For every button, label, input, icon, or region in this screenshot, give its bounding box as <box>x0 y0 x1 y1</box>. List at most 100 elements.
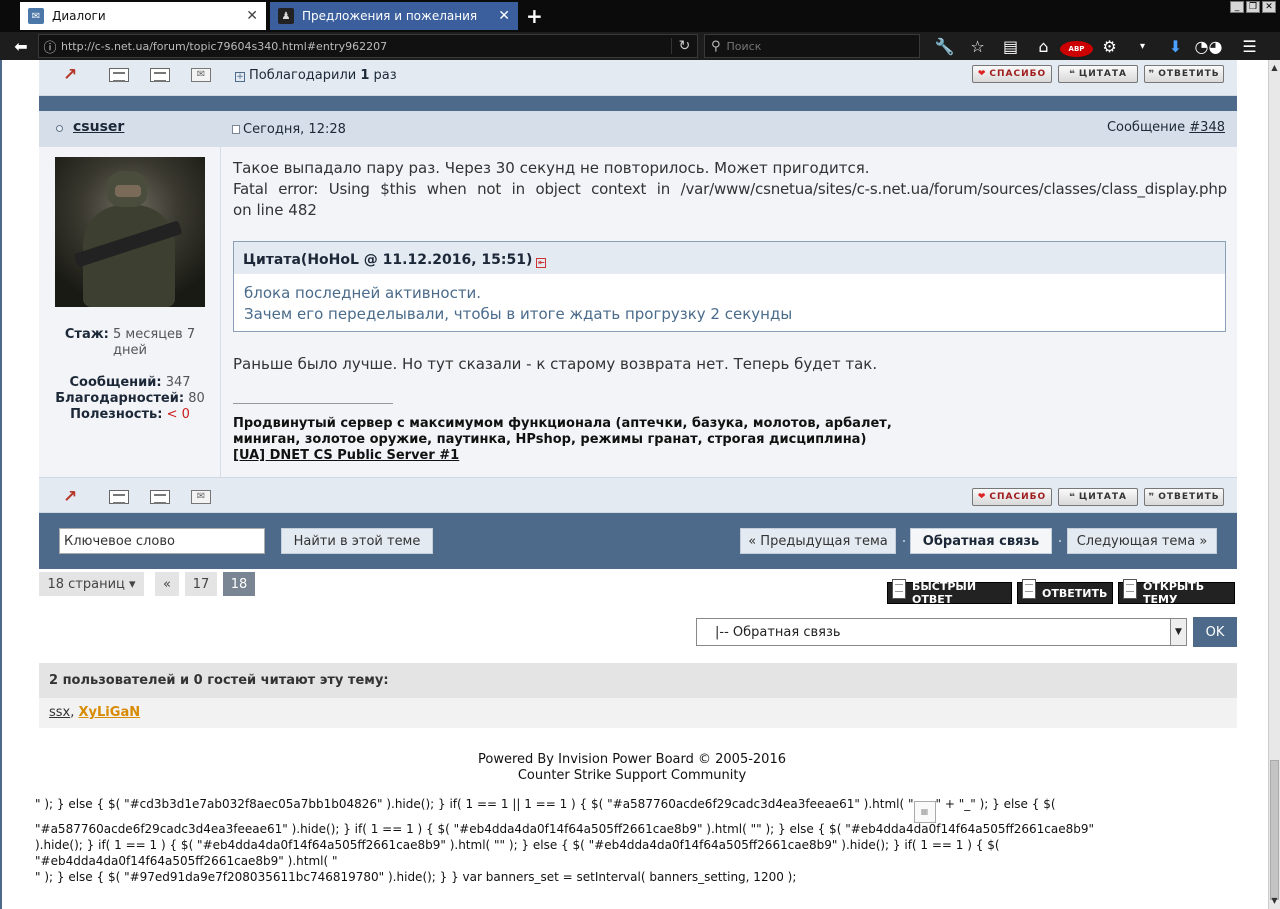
tenure-value-2: дней <box>113 343 147 358</box>
prev-topic-button[interactable]: « Предыдущая тема <box>740 528 896 554</box>
address-bar[interactable]: ⓘ http://c-s.net.ua/forum/topic79604s340… <box>38 34 698 58</box>
current-page: 18 <box>223 572 255 596</box>
quote-line: блока последней активности. <box>244 284 482 302</box>
thanks-button[interactable]: ❤ СПАСИБО <box>972 65 1052 83</box>
vertical-scrollbar[interactable]: ▲ ▼ <box>1268 60 1280 909</box>
expand-icon[interactable]: + <box>235 72 245 82</box>
active-readers-list: ssx, XyLiGaN <box>39 698 1237 728</box>
forum-jump-ok-button[interactable]: OK <box>1193 617 1237 647</box>
posts-stat: Сообщений: 347 <box>39 375 221 391</box>
reader-link[interactable]: ssx <box>49 705 70 720</box>
browser-search[interactable]: ⚲ <box>704 34 920 58</box>
go-top-icon[interactable]: ↗ <box>63 67 83 84</box>
close-window-icon[interactable]: ✕ <box>1262 1 1276 13</box>
dropdown-icon[interactable]: ▾ <box>1126 41 1159 52</box>
reload-icon[interactable]: ↻ <box>671 38 697 54</box>
close-tab-icon[interactable]: ✕ <box>498 8 510 24</box>
message-link[interactable]: #348 <box>1189 120 1225 135</box>
quote-block: Цитата(HoHoL @ 11.12.2016, 15:51) ⇤ блока… <box>233 241 1226 332</box>
fast-reply-button[interactable]: БЫСТРЫЙ ОТВЕТ <box>887 579 1012 606</box>
reply-label: ОТВЕТИТЬ <box>1158 492 1220 502</box>
new-topic-icon <box>1123 579 1137 599</box>
profile-card-icon[interactable] <box>150 490 170 504</box>
thanks-value: 80 <box>188 391 205 406</box>
report-icon[interactable] <box>109 490 129 504</box>
separator-dot <box>1059 540 1061 542</box>
post-doc-icon <box>232 125 240 134</box>
close-tab-icon[interactable]: ✕ <box>246 8 258 24</box>
star-icon[interactable]: ☆ <box>961 37 994 56</box>
menu-icon[interactable]: ☰ <box>1233 37 1266 56</box>
mask-icon[interactable]: ◔◕ <box>1192 37 1225 56</box>
heart-icon: ❤ <box>977 492 987 502</box>
page-link[interactable]: 17 <box>185 572 217 596</box>
mail-icon[interactable]: ✉ <box>191 490 211 504</box>
plugin-icon[interactable]: ⚙ <box>1093 37 1126 56</box>
tab-title: Диалоги <box>52 9 106 23</box>
post-author[interactable]: csuser <box>73 119 124 135</box>
quote-icon: ❝ <box>1069 491 1076 503</box>
quote-source-icon[interactable]: ⇤ <box>536 258 547 268</box>
browser-search-input[interactable] <box>726 39 907 53</box>
window-controls: _ ❐ ✕ <box>1230 1 1276 13</box>
new-topic-label: ОТКРЫТЬ ТЕМУ <box>1143 580 1205 606</box>
forum-link-button[interactable]: Обратная связь <box>910 528 1052 554</box>
tenure-value: 5 месяцев 7 <box>113 327 196 342</box>
quote-button[interactable]: ❝ ЦИТАТА <box>1058 488 1138 506</box>
profile-card-icon[interactable] <box>150 68 170 82</box>
quote-button[interactable]: ❝ ЦИТАТА <box>1058 65 1138 83</box>
js-text-line: "#eb4dda4da0f14f64a505ff2661cae8b9" ).ht… <box>35 854 338 868</box>
scroll-up-icon[interactable]: ▲ <box>1269 60 1280 76</box>
scroll-down-icon[interactable]: ▼ <box>1269 893 1280 909</box>
tab-suggestions[interactable]: ♟ Предложения и пожелания ✕ <box>270 2 518 30</box>
search-icon: ⚲ <box>711 38 721 54</box>
pages-dropdown[interactable]: 18 страниц ▾ <box>39 572 144 596</box>
home-icon[interactable]: ⌂ <box>1027 37 1060 56</box>
tenure-stat-2: дней <box>39 343 221 359</box>
add-reply-button[interactable]: ОТВЕТИТЬ <box>1017 579 1113 604</box>
scroll-thumb[interactable] <box>1270 760 1279 900</box>
post-header: csuser Сегодня, 12:28 Сообщение #348 <box>39 111 1237 147</box>
signature-divider <box>233 403 393 404</box>
quote-label: ЦИТАТА <box>1078 492 1127 502</box>
thanked-info[interactable]: + Поблагодарили 1 раз <box>235 68 397 83</box>
first-page-link[interactable]: « <box>155 572 179 596</box>
reply-doc-icon <box>1022 579 1036 599</box>
go-top-icon[interactable]: ↗ <box>63 489 83 506</box>
thanked-suffix: раз <box>373 68 397 83</box>
thanks-button[interactable]: ❤ СПАСИБО <box>972 488 1052 506</box>
reply-button[interactable]: ❞ ОТВЕТИТЬ <box>1144 65 1224 83</box>
next-topic-button[interactable]: Следующая тема » <box>1067 528 1217 554</box>
info-icon[interactable]: ⓘ <box>39 37 61 56</box>
signature-line: миниган, золотое оружие, паутинка, HPsho… <box>233 432 867 447</box>
back-icon[interactable]: ⬅ <box>6 37 36 56</box>
mail-icon[interactable]: ✉ <box>191 68 211 82</box>
download-icon[interactable]: ⬇ <box>1159 37 1192 56</box>
signature: Продвинутый сервер с максимумом функцион… <box>233 416 892 464</box>
post-date: Сегодня, 12:28 <box>232 122 346 137</box>
wrench-icon[interactable]: 🔧 <box>928 37 961 56</box>
url-text[interactable]: http://c-s.net.ua/forum/topic79604s340.h… <box>61 40 671 53</box>
report-icon[interactable] <box>109 68 129 82</box>
signature-link[interactable]: [UA] DNET CS Public Server #1 <box>233 448 459 463</box>
reading-list-icon[interactable]: ▤ <box>994 37 1027 56</box>
minimize-icon[interactable]: _ <box>1230 1 1244 13</box>
reply-button[interactable]: ❞ ОТВЕТИТЬ <box>1144 488 1224 506</box>
new-tab-icon[interactable]: + <box>526 4 543 28</box>
avatar[interactable] <box>55 157 205 307</box>
tab-dialogs[interactable]: ✉ Диалоги ✕ <box>20 2 266 30</box>
tenure-label: Стаж: <box>64 327 109 342</box>
reader-link[interactable]: XyLiGaN <box>79 705 141 720</box>
forum-jump-value: |-- Обратная связь <box>715 624 841 640</box>
post-separator <box>39 96 1237 111</box>
chevron-down-icon[interactable]: ▼ <box>1170 619 1186 645</box>
js-text: " + "_" ); } else { $( <box>935 797 1056 811</box>
restore-icon[interactable]: ❐ <box>1246 1 1260 13</box>
keyword-input[interactable] <box>59 528 265 554</box>
js-text-line: " ); } else { $( "#97ed91da9e7f208035611… <box>35 870 797 884</box>
forum-jump-select[interactable]: |-- Обратная связь ▼ <box>696 618 1187 646</box>
new-topic-button[interactable]: ОТКРЫТЬ ТЕМУ <box>1118 579 1235 606</box>
post-body: Стаж: 5 месяцев 7 дней Сообщений: 347 Бл… <box>39 147 1237 477</box>
find-in-topic-button[interactable]: Найти в этой теме <box>281 528 433 554</box>
adblock-icon[interactable]: ABP <box>1060 36 1093 57</box>
